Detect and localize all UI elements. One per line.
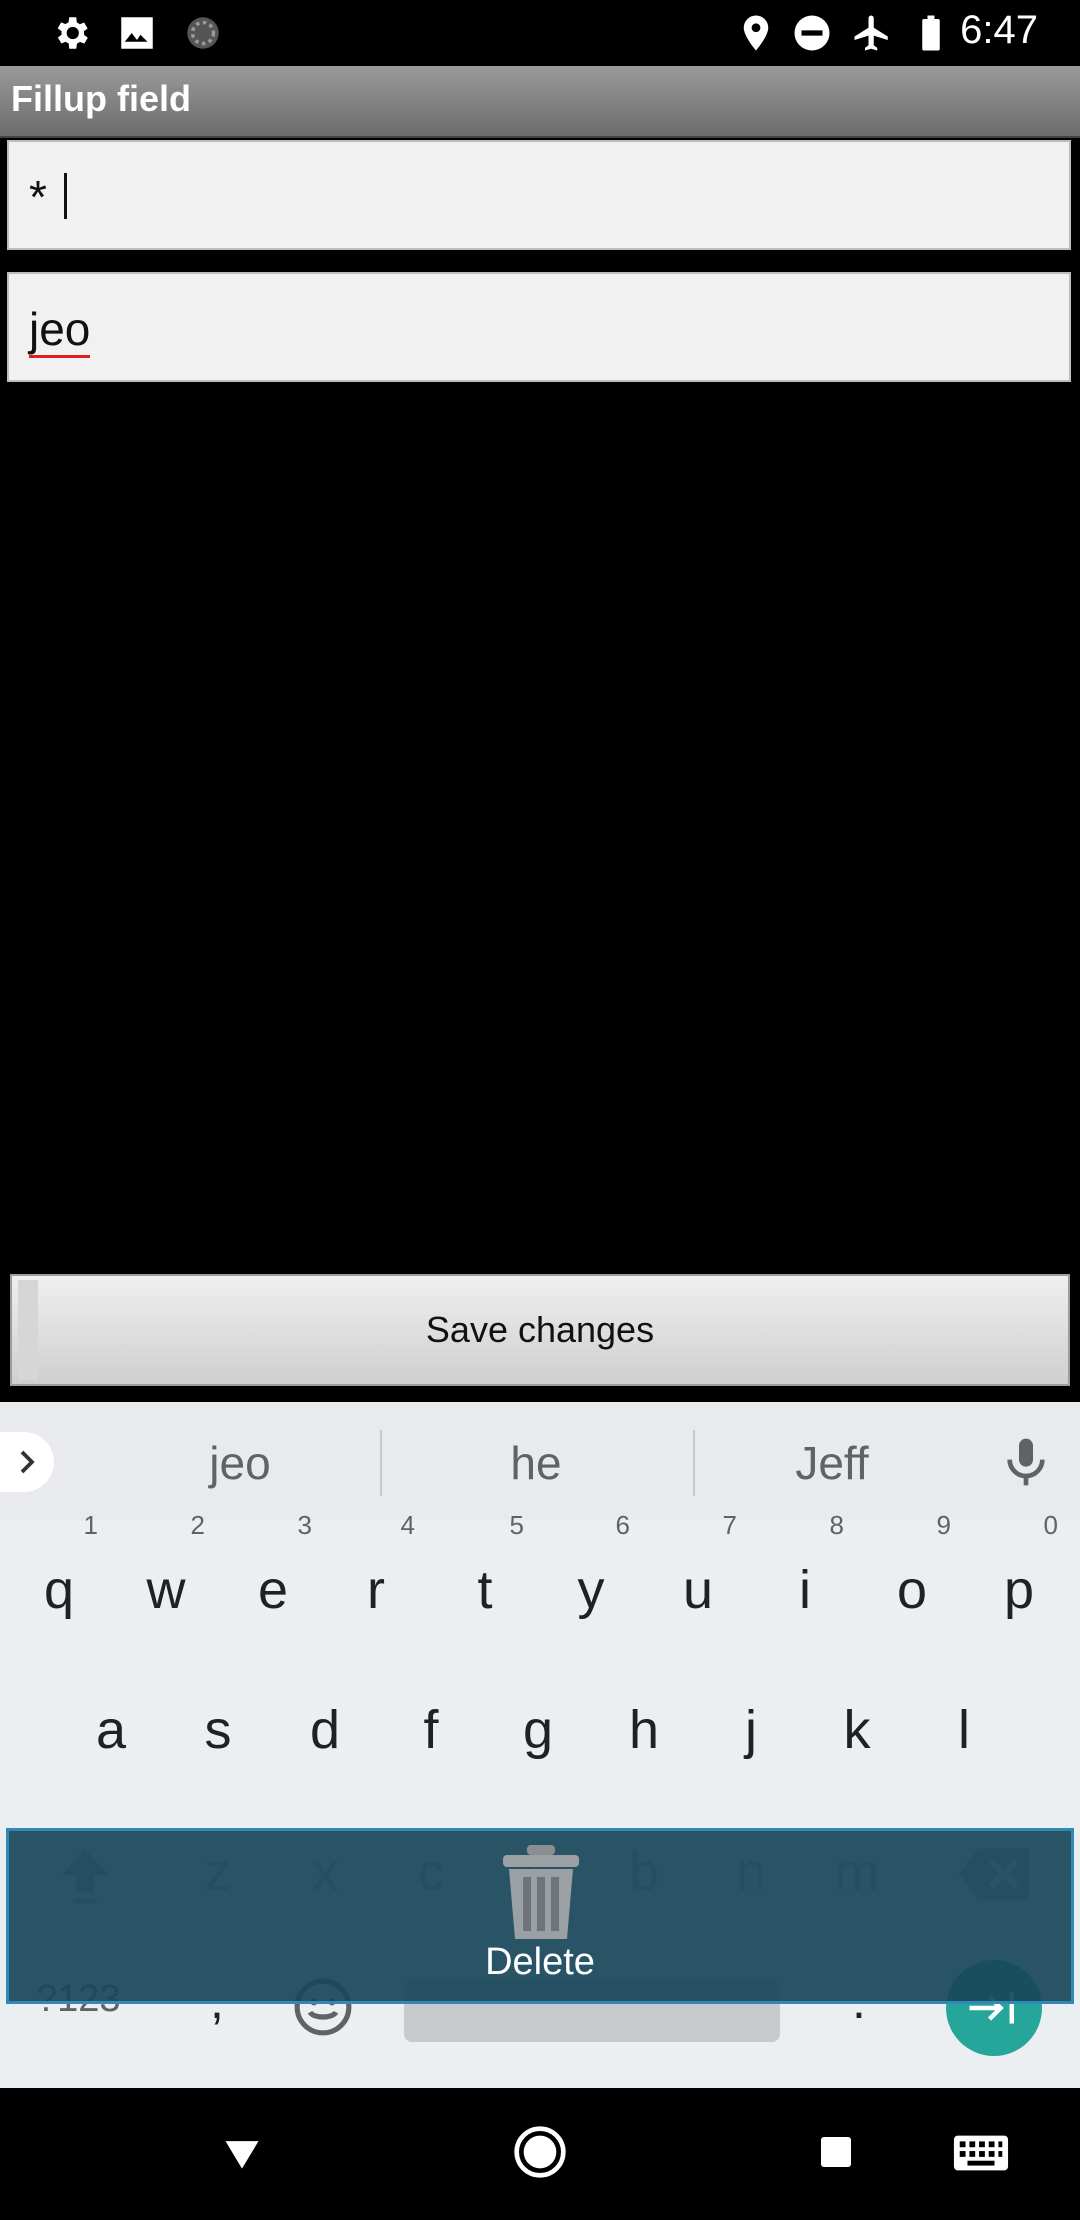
image-icon <box>121 17 153 49</box>
suggestion-divider <box>380 1430 382 1496</box>
key-q[interactable]: q1 <box>6 1512 112 1650</box>
keyboard-switch-icon[interactable] <box>952 2132 1010 2174</box>
field-value: jeo <box>29 303 91 358</box>
do-not-disturb-icon <box>794 15 830 51</box>
key-l[interactable]: l <box>911 1670 1017 1790</box>
back-icon[interactable] <box>220 2132 264 2176</box>
key-y[interactable]: y6 <box>538 1512 644 1650</box>
status-bar: 6:47 <box>0 0 1080 66</box>
key-i[interactable]: i8 <box>752 1512 858 1650</box>
key-p[interactable]: p0 <box>966 1512 1072 1650</box>
key-f[interactable]: f <box>378 1670 484 1790</box>
text-cursor <box>63 173 67 219</box>
suggestion-1[interactable]: jeo <box>100 1436 380 1490</box>
key-w[interactable]: w2 <box>113 1512 219 1650</box>
loading-icon <box>187 17 219 49</box>
key-o[interactable]: o9 <box>859 1512 965 1650</box>
key-e[interactable]: e3 <box>220 1512 326 1650</box>
key-t[interactable]: t5 <box>432 1512 538 1650</box>
key-g[interactable]: g <box>485 1670 591 1790</box>
page-title: Fillup field <box>11 78 191 119</box>
chevron-right-icon <box>20 1450 35 1474</box>
save-changes-button[interactable]: Save changes <box>10 1274 1070 1386</box>
fillup-field-input[interactable]: * <box>7 140 1071 250</box>
key-u[interactable]: u7 <box>645 1512 751 1650</box>
key-r[interactable]: r4 <box>323 1512 429 1650</box>
suggestion-strip: jeo he Jeff <box>0 1402 1080 1520</box>
suggestion-3[interactable]: Jeff <box>692 1436 972 1490</box>
navigation-bar <box>0 2088 1080 2220</box>
key-d[interactable]: d <box>272 1670 378 1790</box>
recents-icon[interactable] <box>818 2134 854 2170</box>
key-k[interactable]: k <box>804 1670 910 1790</box>
airplane-icon <box>854 15 888 51</box>
key-s[interactable]: s <box>165 1670 271 1790</box>
gear-icon <box>57 17 88 49</box>
delete-label: Delete <box>485 1941 595 1983</box>
status-time: 6:47 <box>960 8 1038 52</box>
button-edge <box>18 1280 38 1380</box>
key-j[interactable]: j <box>698 1670 804 1790</box>
second-text-input[interactable]: jeo <box>7 272 1071 382</box>
title-bar: Fillup field <box>0 66 1080 138</box>
battery-icon <box>922 15 940 51</box>
trash-icon <box>503 1845 579 1939</box>
suggestion-2[interactable]: he <box>396 1436 676 1490</box>
field-value: * <box>29 171 60 223</box>
delete-drop-target[interactable]: Delete <box>6 1828 1074 2004</box>
home-icon[interactable] <box>512 2124 568 2180</box>
location-icon <box>743 15 769 51</box>
save-button-label: Save changes <box>425 1309 655 1350</box>
microphone-icon[interactable] <box>998 1432 1054 1492</box>
key-h[interactable]: h <box>591 1670 697 1790</box>
expand-toolbar-button[interactable] <box>0 1432 54 1492</box>
key-a[interactable]: a <box>58 1670 164 1790</box>
